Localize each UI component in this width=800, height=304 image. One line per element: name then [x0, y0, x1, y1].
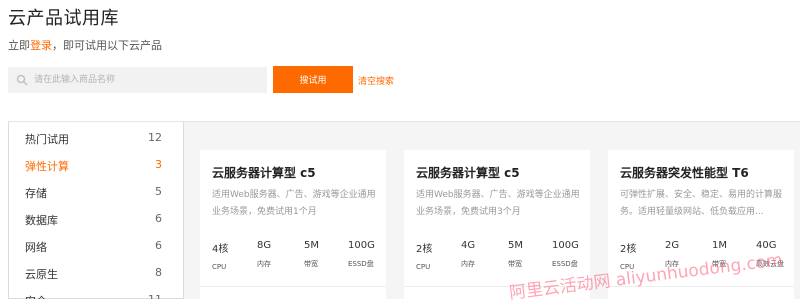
search-button[interactable]: 搜试用 — [273, 66, 353, 93]
category-label: 数据库 — [25, 214, 58, 227]
spec-value: 5M — [304, 240, 319, 251]
clear-search-link[interactable]: 清空搜索 — [358, 74, 394, 87]
spec-value: 100G — [348, 240, 375, 251]
product-title: 云服务器突发性能型 T6 — [620, 166, 749, 180]
spec-label: CPU — [416, 263, 431, 271]
search-icon — [16, 74, 28, 86]
category-item-network[interactable]: 网络 6 — [25, 236, 162, 256]
subtitle-prefix: 立即 — [8, 39, 30, 52]
product-description: 适用Web服务器、广告、游戏等企业通用业务场景，免费试用3个月 — [416, 190, 580, 217]
spec-value: 2G — [665, 240, 680, 251]
product-title: 云服务器计算型 c5 — [416, 166, 520, 180]
spec-memory: 4G 内存 — [461, 240, 475, 269]
category-item-elastic-compute[interactable]: 弹性计算 3 — [25, 155, 162, 175]
spec-label: 带宽 — [304, 260, 318, 268]
product-card[interactable]: 云服务器计算型 c5 适用Web服务器、广告、游戏等企业通用业务场景，免费试用1… — [200, 150, 386, 299]
page-title: 云产品试用库 — [8, 8, 119, 29]
product-description: 可弹性扩展、安全、稳定、易用的计算服务。适用轻量级网站、低负载应用... — [620, 190, 783, 217]
spec-memory: 8G 内存 — [257, 240, 271, 269]
category-item-storage[interactable]: 存储 5 — [25, 182, 162, 202]
login-link[interactable]: 登录 — [30, 39, 52, 52]
category-count: 8 — [155, 266, 162, 279]
spec-value: 2核 — [620, 244, 637, 255]
category-count: 12 — [148, 131, 162, 144]
spec-label: ESSD盘 — [348, 260, 374, 268]
category-count: 6 — [155, 212, 162, 225]
category-count: 3 — [155, 158, 162, 171]
product-description: 适用Web服务器、广告、游戏等企业通用业务场景，免费试用1个月 — [212, 190, 376, 217]
category-label: 云原生 — [25, 268, 58, 281]
spec-bandwidth: 5M 带宽 — [508, 240, 523, 269]
card-divider — [200, 286, 386, 287]
category-label: 安全 — [25, 293, 47, 299]
category-item-cloud-native[interactable]: 云原生 8 — [25, 263, 162, 283]
spec-label: 内存 — [461, 260, 475, 268]
spec-value: 5M — [508, 240, 523, 251]
category-item-database[interactable]: 数据库 6 — [25, 209, 162, 229]
category-count: 6 — [155, 239, 162, 252]
spec-cpu: 4核 CPU — [212, 240, 228, 271]
search-input[interactable] — [34, 67, 259, 93]
spec-label: 内存 — [257, 260, 271, 268]
search-box[interactable] — [8, 67, 267, 93]
category-label: 存储 — [25, 187, 47, 200]
spec-value: 2核 — [416, 244, 433, 255]
product-title: 云服务器计算型 c5 — [212, 166, 316, 180]
spec-value: 4G — [461, 240, 476, 251]
spec-value: 8G — [257, 240, 272, 251]
spec-value: 100G — [552, 240, 579, 251]
spec-disk: 100G ESSD盘 — [552, 240, 579, 269]
spec-disk: 100G ESSD盘 — [348, 240, 375, 269]
spec-label: ESSD盘 — [552, 260, 578, 268]
spec-label: CPU — [212, 263, 227, 271]
category-item-hot[interactable]: 热门试用 12 — [25, 128, 162, 148]
spec-value: 4核 — [212, 244, 229, 255]
spec-bandwidth: 5M 带宽 — [304, 240, 319, 269]
category-count: 11 — [148, 293, 162, 299]
spec-value: 1M — [712, 240, 727, 251]
category-count: 5 — [155, 185, 162, 198]
spec-label: 带宽 — [508, 260, 522, 268]
spec-cpu: 2核 CPU — [416, 240, 432, 271]
category-label: 弹性计算 — [25, 160, 69, 173]
category-label: 网络 — [25, 241, 47, 254]
category-list: 热门试用 12 弹性计算 3 存储 5 数据库 6 网络 6 云原生 8 安全 … — [8, 122, 184, 299]
page-subtitle: 立即登录，即可试用以下云产品 — [8, 37, 162, 53]
category-label: 热门试用 — [25, 133, 69, 146]
subtitle-suffix: ，即可试用以下云产品 — [52, 39, 162, 52]
